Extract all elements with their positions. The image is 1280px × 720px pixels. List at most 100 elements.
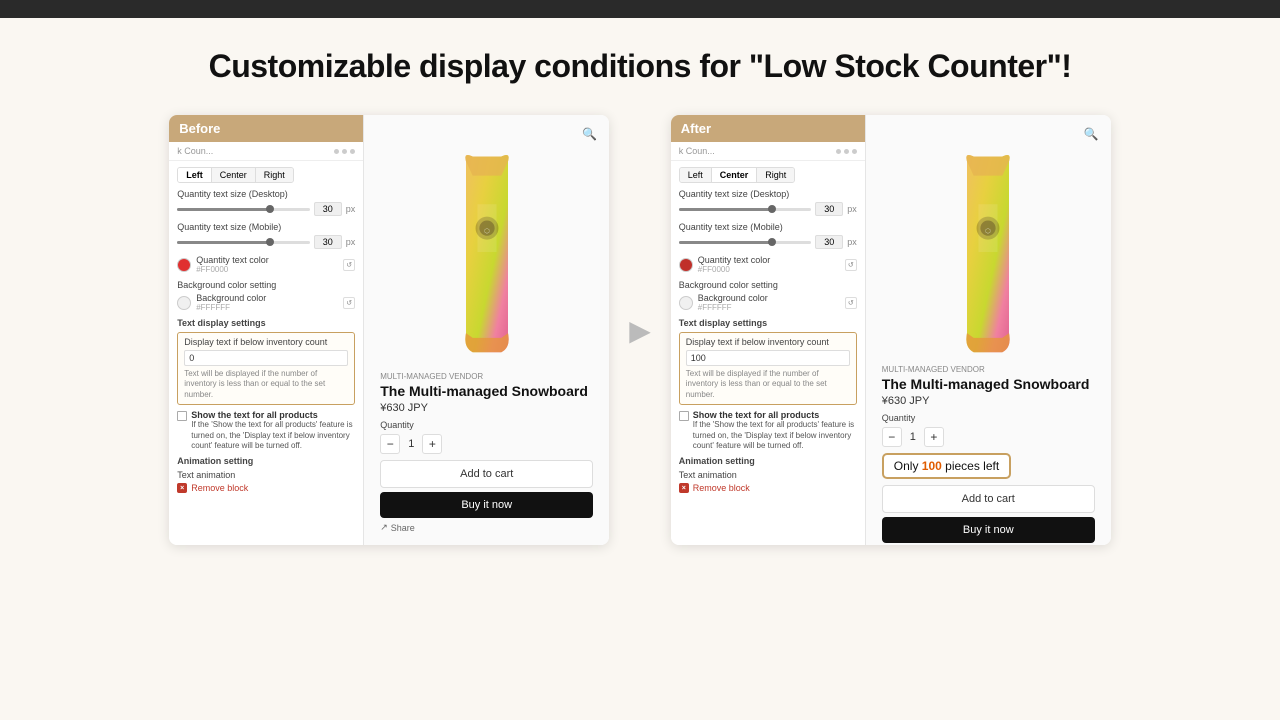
- after-show-all-products-checkbox[interactable]: [679, 411, 689, 421]
- after-qty-minus-btn[interactable]: −: [882, 427, 902, 447]
- share-icon: ↗: [380, 522, 388, 533]
- after-mobile-size-label: Quantity text size (Mobile): [679, 222, 857, 232]
- after-checkbox-label: Show the text for all products: [693, 410, 857, 420]
- after-text-anim-label: Text animation: [679, 470, 857, 480]
- page-title: Customizable display conditions for "Low…: [209, 48, 1072, 85]
- after-add-to-cart-btn[interactable]: Add to cart: [882, 485, 1095, 513]
- remove-block-btn[interactable]: × Remove block: [177, 483, 355, 493]
- after-bg-color-swatch[interactable]: [679, 296, 693, 310]
- after-display-text-box: Display text if below inventory count Te…: [679, 332, 857, 405]
- qty-plus-btn[interactable]: +: [422, 434, 442, 454]
- desktop-slider-track[interactable]: [177, 208, 309, 211]
- main-content: Customizable display conditions for "Low…: [0, 18, 1280, 720]
- low-stock-suffix: pieces left: [942, 459, 999, 473]
- text-display-title: Text display settings: [177, 318, 355, 328]
- align-btn-group[interactable]: Left Center Right: [177, 167, 294, 183]
- text-color-row: Quantity text color #FF0000 ↺: [177, 255, 355, 274]
- after-text-color-reset[interactable]: ↺: [845, 259, 857, 271]
- svg-text:⬡: ⬡: [484, 227, 490, 235]
- display-text-helper: Text will be displayed if the number of …: [184, 369, 348, 400]
- bg-color-section-label: Background color setting: [177, 280, 355, 290]
- align-center-btn[interactable]: Center: [212, 168, 256, 182]
- search-icon[interactable]: 🔍: [582, 127, 597, 141]
- after-align-center-btn[interactable]: Center: [712, 168, 758, 182]
- text-color-reset[interactable]: ↺: [343, 259, 355, 271]
- after-buy-now-btn[interactable]: Buy it now: [882, 517, 1095, 543]
- after-text-color-swatch[interactable]: [679, 258, 693, 272]
- align-right-btn[interactable]: Right: [256, 168, 293, 182]
- after-mobile-slider-row: 30 px: [679, 235, 857, 249]
- after-display-text-helper: Text will be displayed if the number of …: [686, 369, 850, 400]
- after-desktop-slider-row: 30 px: [679, 202, 857, 216]
- vendor-label: MULTI-MANAGED VENDOR: [380, 372, 593, 381]
- search-icon-row: 🔍: [376, 127, 597, 141]
- before-settings-panel: Before k Coun... Left Center Right Quant…: [169, 115, 364, 545]
- quantity-control: − 1 +: [380, 434, 593, 454]
- align-left-btn[interactable]: Left: [178, 168, 212, 182]
- after-quantity-control: − 1 +: [882, 427, 1095, 447]
- checkbox-help: If the 'Show the text for all products' …: [191, 420, 355, 451]
- after-product-panel: 🔍: [866, 115, 1111, 545]
- bg-color-reset[interactable]: ↺: [343, 297, 355, 309]
- qty-value: 1: [408, 438, 414, 450]
- after-bg-color-row: Background color #FFFFFF ↺: [679, 293, 857, 312]
- bg-color-row: Background color #FFFFFF ↺: [177, 293, 355, 312]
- after-bg-color-reset[interactable]: ↺: [845, 297, 857, 309]
- show-all-products-checkbox[interactable]: [177, 411, 187, 421]
- after-show-all-products-row: Show the text for all products If the 'S…: [679, 410, 857, 451]
- after-desktop-slider-track[interactable]: [679, 208, 811, 211]
- product-image: ⬡: [447, 147, 527, 357]
- checkbox-label: Show the text for all products: [191, 410, 355, 420]
- mobile-size-label: Quantity text size (Mobile): [177, 222, 355, 232]
- product-price: ¥630 JPY: [380, 402, 593, 414]
- display-text-label: Display text if below inventory count: [184, 337, 348, 347]
- desktop-slider-value: 30: [314, 202, 342, 216]
- mobile-slider-track[interactable]: [177, 241, 309, 244]
- before-panel: Before k Coun... Left Center Right Quant…: [169, 115, 609, 545]
- bg-color-swatch[interactable]: [177, 296, 191, 310]
- after-product-image-container: ⬡: [878, 147, 1099, 357]
- after-align-btn-group[interactable]: Left Center Right: [679, 167, 796, 183]
- add-to-cart-btn[interactable]: Add to cart: [380, 460, 593, 488]
- after-qty-plus-btn[interactable]: +: [924, 427, 944, 447]
- desktop-slider-row: 30 px: [177, 202, 355, 216]
- after-product-price: ¥630 JPY: [882, 395, 1095, 407]
- before-product-panel: 🔍: [364, 115, 609, 545]
- low-stock-number: 100: [922, 459, 942, 473]
- mobile-slider-value: 30: [314, 235, 342, 249]
- after-settings-panel: After k Coun... Left Center Right Quanti…: [671, 115, 866, 545]
- low-stock-prefix: Only: [894, 459, 922, 473]
- text-anim-label: Text animation: [177, 470, 355, 480]
- svg-text:⬡: ⬡: [985, 227, 991, 235]
- after-remove-icon: ×: [679, 483, 689, 493]
- after-panel-topbar: k Coun...: [671, 142, 865, 161]
- product-info: MULTI-MANAGED VENDOR The Multi-managed S…: [376, 372, 597, 533]
- after-animation-title: Animation setting: [679, 456, 857, 466]
- topbar-dots: [334, 149, 355, 154]
- after-remove-block-btn[interactable]: × Remove block: [679, 483, 857, 493]
- after-align-right-btn[interactable]: Right: [757, 168, 794, 182]
- share-link[interactable]: ↗ Share: [380, 522, 593, 533]
- after-desktop-size-label: Quantity text size (Desktop): [679, 189, 857, 199]
- after-align-left-btn[interactable]: Left: [680, 168, 712, 182]
- after-display-text-input[interactable]: [686, 350, 850, 366]
- after-product-title: The Multi-managed Snowboard: [882, 376, 1095, 392]
- qty-minus-btn[interactable]: −: [380, 434, 400, 454]
- before-settings-content: Left Center Right Quantity text size (De…: [169, 161, 363, 541]
- before-panel-topbar: k Coun...: [169, 142, 363, 161]
- after-panel: After k Coun... Left Center Right Quanti…: [671, 115, 1111, 545]
- after-mobile-slider-track[interactable]: [679, 241, 811, 244]
- before-badge: Before: [169, 115, 363, 142]
- remove-icon: ×: [177, 483, 187, 493]
- after-bg-color-section-label: Background color setting: [679, 280, 857, 290]
- buy-now-btn[interactable]: Buy it now: [380, 492, 593, 518]
- after-search-icon[interactable]: 🔍: [1084, 127, 1099, 141]
- panels-row: Before k Coun... Left Center Right Quant…: [40, 115, 1240, 545]
- after-search-icon-row: 🔍: [878, 127, 1099, 141]
- quantity-label: Quantity: [380, 420, 593, 430]
- after-display-text-label: Display text if below inventory count: [686, 337, 850, 347]
- display-text-box: Display text if below inventory count Te…: [177, 332, 355, 405]
- text-color-swatch[interactable]: [177, 258, 191, 272]
- topbar-dots-after: [836, 149, 857, 154]
- display-text-input[interactable]: [184, 350, 348, 366]
